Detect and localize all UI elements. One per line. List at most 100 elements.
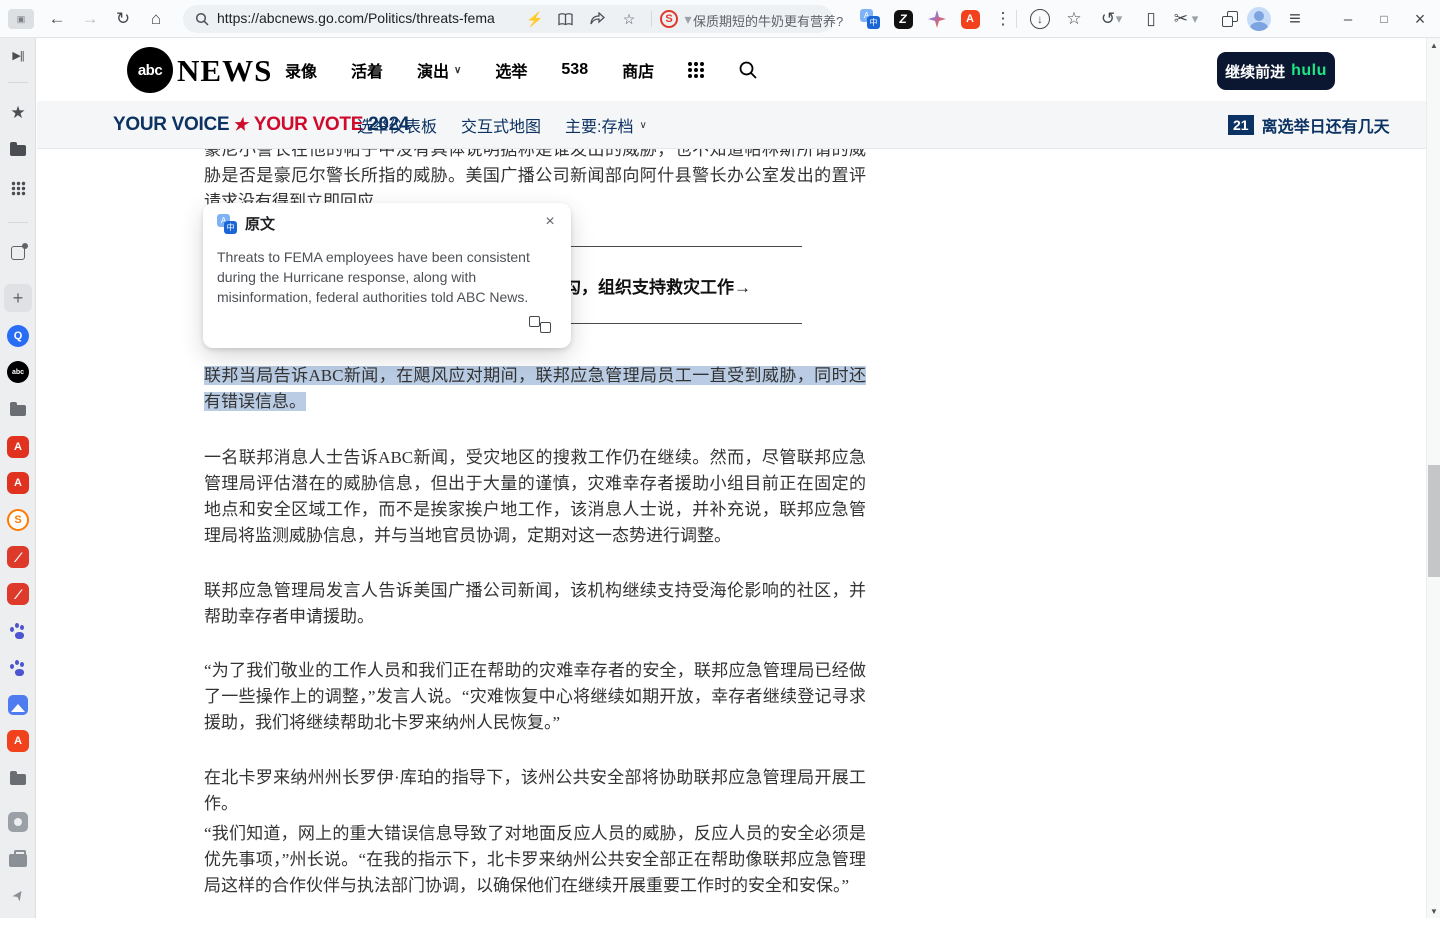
search-icon [191,9,213,29]
more-abc-grid-icon[interactable] [688,62,704,78]
site-search-icon[interactable] [738,60,758,80]
workspace-icon[interactable]: ▣ [8,9,34,29]
sogou-app-icon[interactable]: S [4,506,32,534]
briefcase-app-icon[interactable] [4,844,32,872]
translate-icon: A中 [217,214,237,234]
red-swoosh-app-icon[interactable]: ⁄ [4,543,32,571]
abcnews-favicon[interactable]: abc [4,358,32,386]
reader-mode-icon[interactable] [554,9,576,29]
popup-title: 原文 [245,213,275,234]
camera-app-icon[interactable] [4,808,32,836]
url-text[interactable]: https://abcnews.go.com/Politics/threats-… [217,10,495,26]
popup-header: A中 原文 [217,213,275,234]
abc-logo[interactable]: abc [127,47,173,93]
article-paragraph: 在北卡罗来纳州州长罗伊·库珀的指导下，该州公共安全部将协助联邦应急管理局开展工作… [204,765,866,817]
window-close-button[interactable]: × [1406,5,1434,33]
screenshot-caret-icon[interactable]: ▾ [1188,5,1202,33]
popup-close-icon[interactable]: × [539,211,561,233]
article-paragraph: 一名联邦消息人士告诉ABC新闻，受灾地区的搜救工作仍在继续。然而，尽管联邦应急管… [204,445,866,549]
acrobat-extension-icon[interactable]: A [956,5,984,33]
interactive-map-link[interactable]: 交互式地图 [461,113,541,137]
red-a-app-icon[interactable]: A [4,433,32,461]
sidebar-divider [8,222,28,223]
home-icon[interactable]: ⌂ [142,5,170,33]
nav-item-538[interactable]: 538 [561,61,588,79]
menu-icon[interactable]: ≡ [1281,5,1309,33]
apps-grid-icon[interactable] [4,174,32,202]
election-bar: YOUR VOICE ★ YOUR VOTE 2024 选举仪表板 交互式地图 … [37,101,1426,149]
election-links: 选举仪表板 交互式地图 主要:存档∨ [357,101,647,149]
page-scrollbar[interactable]: ▲ ▼ [1426,38,1440,918]
site-nav: 录像 活着 演出∨ 选举 538 商店 [285,39,758,101]
nav-item-live[interactable]: 活着 [351,58,383,82]
quark-app-icon[interactable]: Q [4,322,32,350]
hot-search-text[interactable]: 保质期短的牛奶更有营养? [693,11,843,30]
favorites-icon[interactable]: ☆ [1060,5,1088,33]
article-paragraph: 联邦应急管理局发言人告诉美国广播公司新闻，该机构继续支持受海伦影响的社区，并帮助… [204,578,866,630]
share-icon[interactable] [586,9,608,29]
toolbar-divider [1016,10,1017,28]
tab-groups-icon[interactable] [1216,5,1244,33]
abcnews-header: abc NEWS 录像 活着 演出∨ 选举 538 商店 继续前进hulu [37,39,1426,101]
nav-item-shows[interactable]: 演出∨ [417,58,461,82]
red-a-app-icon[interactable]: A [4,727,32,755]
scrollbar-thumb[interactable] [1428,465,1440,577]
refresh-icon[interactable]: ↻ [109,5,137,33]
hulu-cta-button[interactable]: 继续前进hulu [1217,52,1335,90]
mobile-icon[interactable]: ▯ [1137,5,1165,33]
forward-icon[interactable]: → [76,5,104,33]
folder-app-icon[interactable] [4,765,32,793]
article-paragraph: “为了我们敬业的工作人员和我们正在帮助的灾难幸存者的安全，联邦应急管理局已经做了… [204,658,866,736]
nav-item-elections[interactable]: 选举 [495,58,527,82]
gemini-extension-icon[interactable] [923,5,951,33]
hulu-brand: hulu [1291,62,1327,80]
translate-extension-icon[interactable]: A中 [856,5,884,33]
files-folder-icon[interactable] [4,136,32,164]
browser-toolbar: ▣ ← → ↻ ⌂ https://abcnews.go.com/Politic… [0,0,1440,38]
omnibox-divider [651,11,652,27]
chevron-down-icon: ∨ [639,120,646,131]
play-pause-icon[interactable]: ▶|| [4,41,32,69]
related-story-link[interactable]: 勾，组织支持救灾工作→ [564,275,751,301]
history-caret-icon[interactable]: ▾ [1112,5,1126,33]
z-extension-icon[interactable]: Z [889,5,917,33]
red-swoosh-app-icon[interactable]: ⁄ [4,580,32,608]
boost-icon[interactable]: ⚡ [524,9,546,29]
add-panel-icon[interactable]: + [4,284,32,312]
cursor-arrow-icon[interactable]: ➤ [0,876,37,915]
primary-archive-link[interactable]: 主要:存档∨ [565,113,647,137]
baidu-paw-icon[interactable] [4,654,32,682]
countdown-days: 21 [1228,115,1254,135]
address-bar[interactable]: https://abcnews.go.com/Politics/threats-… [183,5,833,33]
chevron-down-icon: ∨ [454,65,461,76]
nav-item-video[interactable]: 录像 [285,58,317,82]
election-countdown: 21 离选举日还有几天 [1228,101,1390,149]
profile-avatar[interactable] [1247,7,1271,31]
widget-icon[interactable] [4,239,32,267]
image-search-icon[interactable] [4,691,32,719]
folder-app-icon[interactable] [4,396,32,424]
article-paragraph: “我们知道，网上的重大错误信息导致了对地面反应人员的威胁，反应人员的安全必须是优… [204,821,866,899]
translation-popup: A中 原文 × Threats to FEMA employees have b… [203,203,571,348]
election-dashboard-link[interactable]: 选举仪表板 [357,113,437,137]
popup-original-text: Threats to FEMA employees have been cons… [217,247,547,307]
favorites-star-icon[interactable]: ★ [4,99,32,127]
sogou-suggest-icon[interactable]: S [660,10,678,28]
baidu-paw-icon[interactable] [4,617,32,645]
bookmark-add-icon[interactable]: ☆ [618,9,640,29]
red-a-app-icon[interactable]: A [4,469,32,497]
back-icon[interactable]: ← [43,5,71,33]
copy-icon[interactable] [537,316,559,338]
nav-item-shop[interactable]: 商店 [622,58,654,82]
abc-news-wordmark[interactable]: NEWS [177,53,272,89]
window-minimize-button[interactable]: – [1334,5,1362,33]
window-maximize-button[interactable]: □ [1370,5,1398,33]
scroll-up-icon[interactable]: ▲ [1427,38,1440,52]
extensions-menu-icon[interactable]: ⋮ [989,5,1017,33]
countdown-label: 离选举日还有几天 [1262,113,1390,137]
page-content: abc NEWS 录像 活着 演出∨ 选举 538 商店 继续前进hulu YO… [37,39,1426,918]
sidebar-divider [8,82,28,83]
downloads-icon[interactable]: ↓ [1026,5,1054,33]
highlighted-paragraph[interactable]: 联邦当局告诉ABC新闻，在飓风应对期间，联邦应急管理局员工一直受到威胁，同时还有… [204,363,866,415]
scroll-down-icon[interactable]: ▼ [1427,904,1440,918]
